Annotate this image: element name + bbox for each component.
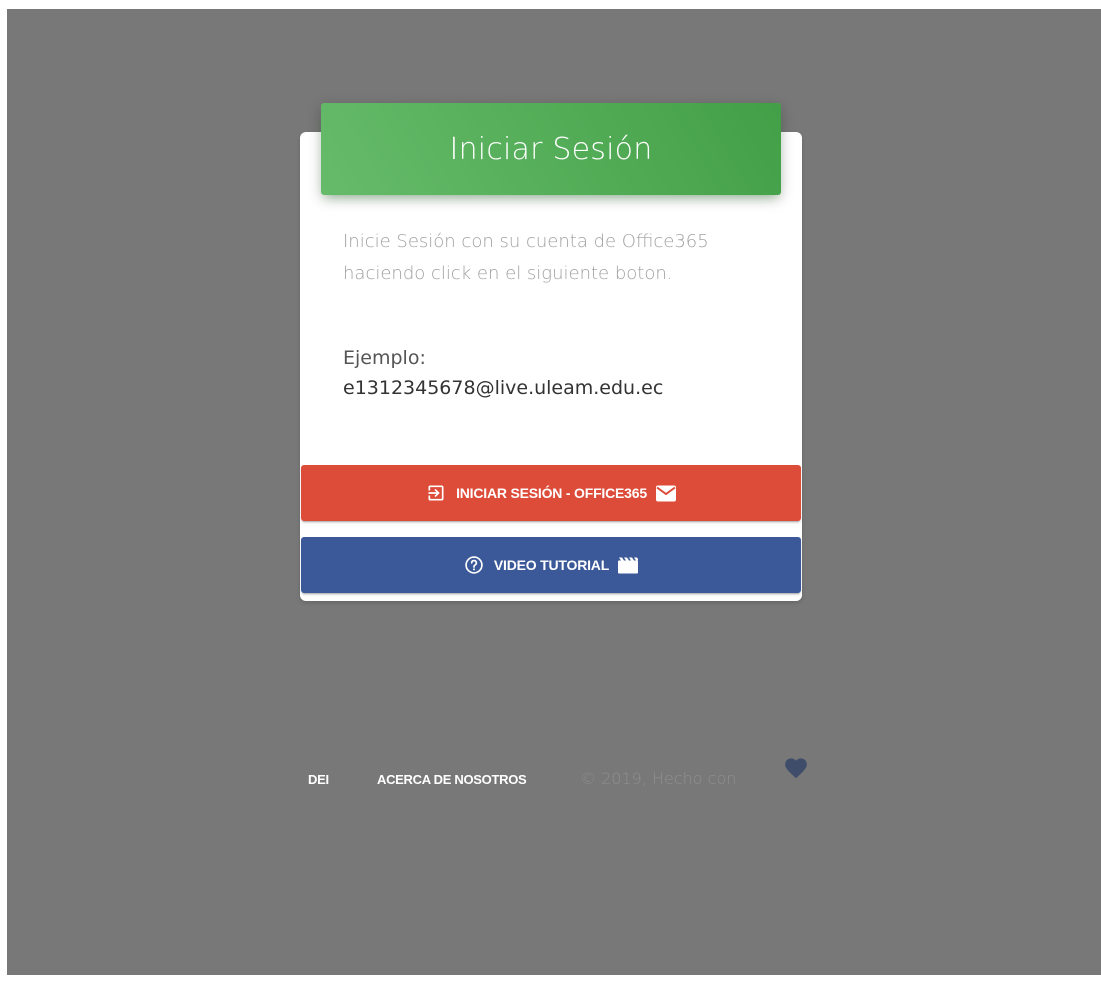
office365-login-button[interactable]: INICIAR SESIÓN - OFFICE365 [301,465,801,521]
help-circle-icon [464,555,484,575]
copyright-text: © 2019, Hecho con [580,769,737,788]
video-tutorial-button[interactable]: VIDEO TUTORIAL [301,537,801,593]
video-button-label: VIDEO TUTORIAL [493,557,610,573]
footer: DEI ACERCA DE NOSOTROS © 2019, Hecho con [7,750,1101,800]
login-icon [426,483,446,503]
movie-icon [618,557,639,574]
footer-link-about-us[interactable]: ACERCA DE NOSOTROS [377,772,527,787]
page-background: Iniciar Sesión Inicie Sesión con su cuen… [7,9,1101,975]
example-label: Ejemplo: [343,347,426,369]
card-title: Iniciar Sesión [449,131,653,167]
mail-icon [655,485,676,502]
footer-link-dei[interactable]: DEI [308,772,329,787]
login-card: Iniciar Sesión Inicie Sesión con su cuen… [300,103,802,601]
heart-icon [783,755,809,784]
login-button-label: INICIAR SESIÓN - OFFICE365 [456,485,647,501]
example-email: e1312345678@live.uleam.edu.ec [343,377,664,399]
card-header: Iniciar Sesión [321,103,781,195]
login-description: Inicie Sesión con su cuenta de Office365… [343,231,709,284]
